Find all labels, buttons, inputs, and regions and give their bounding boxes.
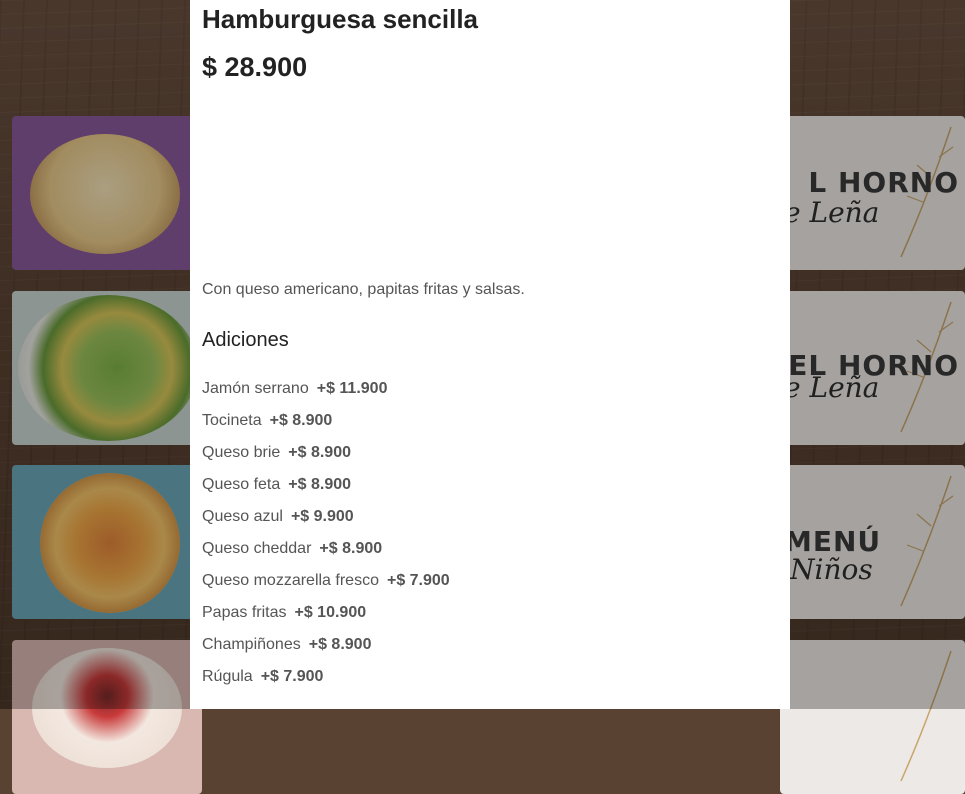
- addon-item[interactable]: Queso mozzarella fresco +$ 7.900: [202, 572, 450, 604]
- addon-item[interactable]: Queso azul +$ 9.900: [202, 508, 450, 540]
- addon-item[interactable]: Champiñones +$ 8.900: [202, 636, 450, 668]
- addon-price: +$ 11.900: [316, 380, 388, 397]
- addon-name: Jamón serrano: [202, 380, 309, 397]
- addon-item[interactable]: Rúgula +$ 7.900: [202, 668, 450, 700]
- addon-price: +$ 9.900: [290, 508, 354, 525]
- addon-price: +$ 8.900: [269, 412, 333, 429]
- addon-name: Queso cheddar: [202, 540, 312, 557]
- addon-price: +$ 8.900: [319, 540, 383, 557]
- addon-name: Queso feta: [202, 476, 281, 493]
- addon-item[interactable]: Papas fritas +$ 10.900: [202, 604, 450, 636]
- addon-name: Queso azul: [202, 508, 283, 525]
- product-detail-modal: Hamburguesa sencilla $ 28.900 Con queso …: [190, 0, 790, 709]
- addon-name: Rúgula: [202, 668, 253, 685]
- addons-list: Jamón serrano +$ 11.900 Tocineta +$ 8.900 …: [202, 380, 450, 700]
- addon-price: +$ 8.900: [288, 444, 351, 461]
- product-title: Hamburguesa sencilla: [202, 4, 478, 34]
- addon-price: +$ 10.900: [294, 604, 367, 621]
- addon-item[interactable]: Queso feta +$ 8.900: [202, 476, 450, 508]
- addon-item[interactable]: Jamón serrano +$ 11.900: [202, 380, 450, 412]
- product-price: $ 28.900: [202, 52, 308, 82]
- addon-item[interactable]: Queso brie +$ 8.900: [202, 444, 450, 476]
- addon-name: Tocineta: [202, 412, 262, 429]
- addon-item[interactable]: Queso cheddar +$ 8.900: [202, 540, 450, 572]
- addon-name: Papas fritas: [202, 604, 287, 621]
- addon-name: Queso mozzarella fresco: [202, 572, 379, 589]
- addon-name: Queso brie: [202, 444, 281, 461]
- product-description: Con queso americano, papitas fritas y sa…: [202, 281, 525, 298]
- addon-price: +$ 7.900: [386, 572, 450, 589]
- addon-price: +$ 8.900: [288, 476, 352, 493]
- addon-price: +$ 8.900: [308, 636, 372, 653]
- addon-item[interactable]: Tocineta +$ 8.900: [202, 412, 450, 444]
- addons-heading: Adiciones: [202, 329, 289, 351]
- addon-name: Champiñones: [202, 636, 301, 653]
- addon-price: +$ 7.900: [260, 668, 324, 685]
